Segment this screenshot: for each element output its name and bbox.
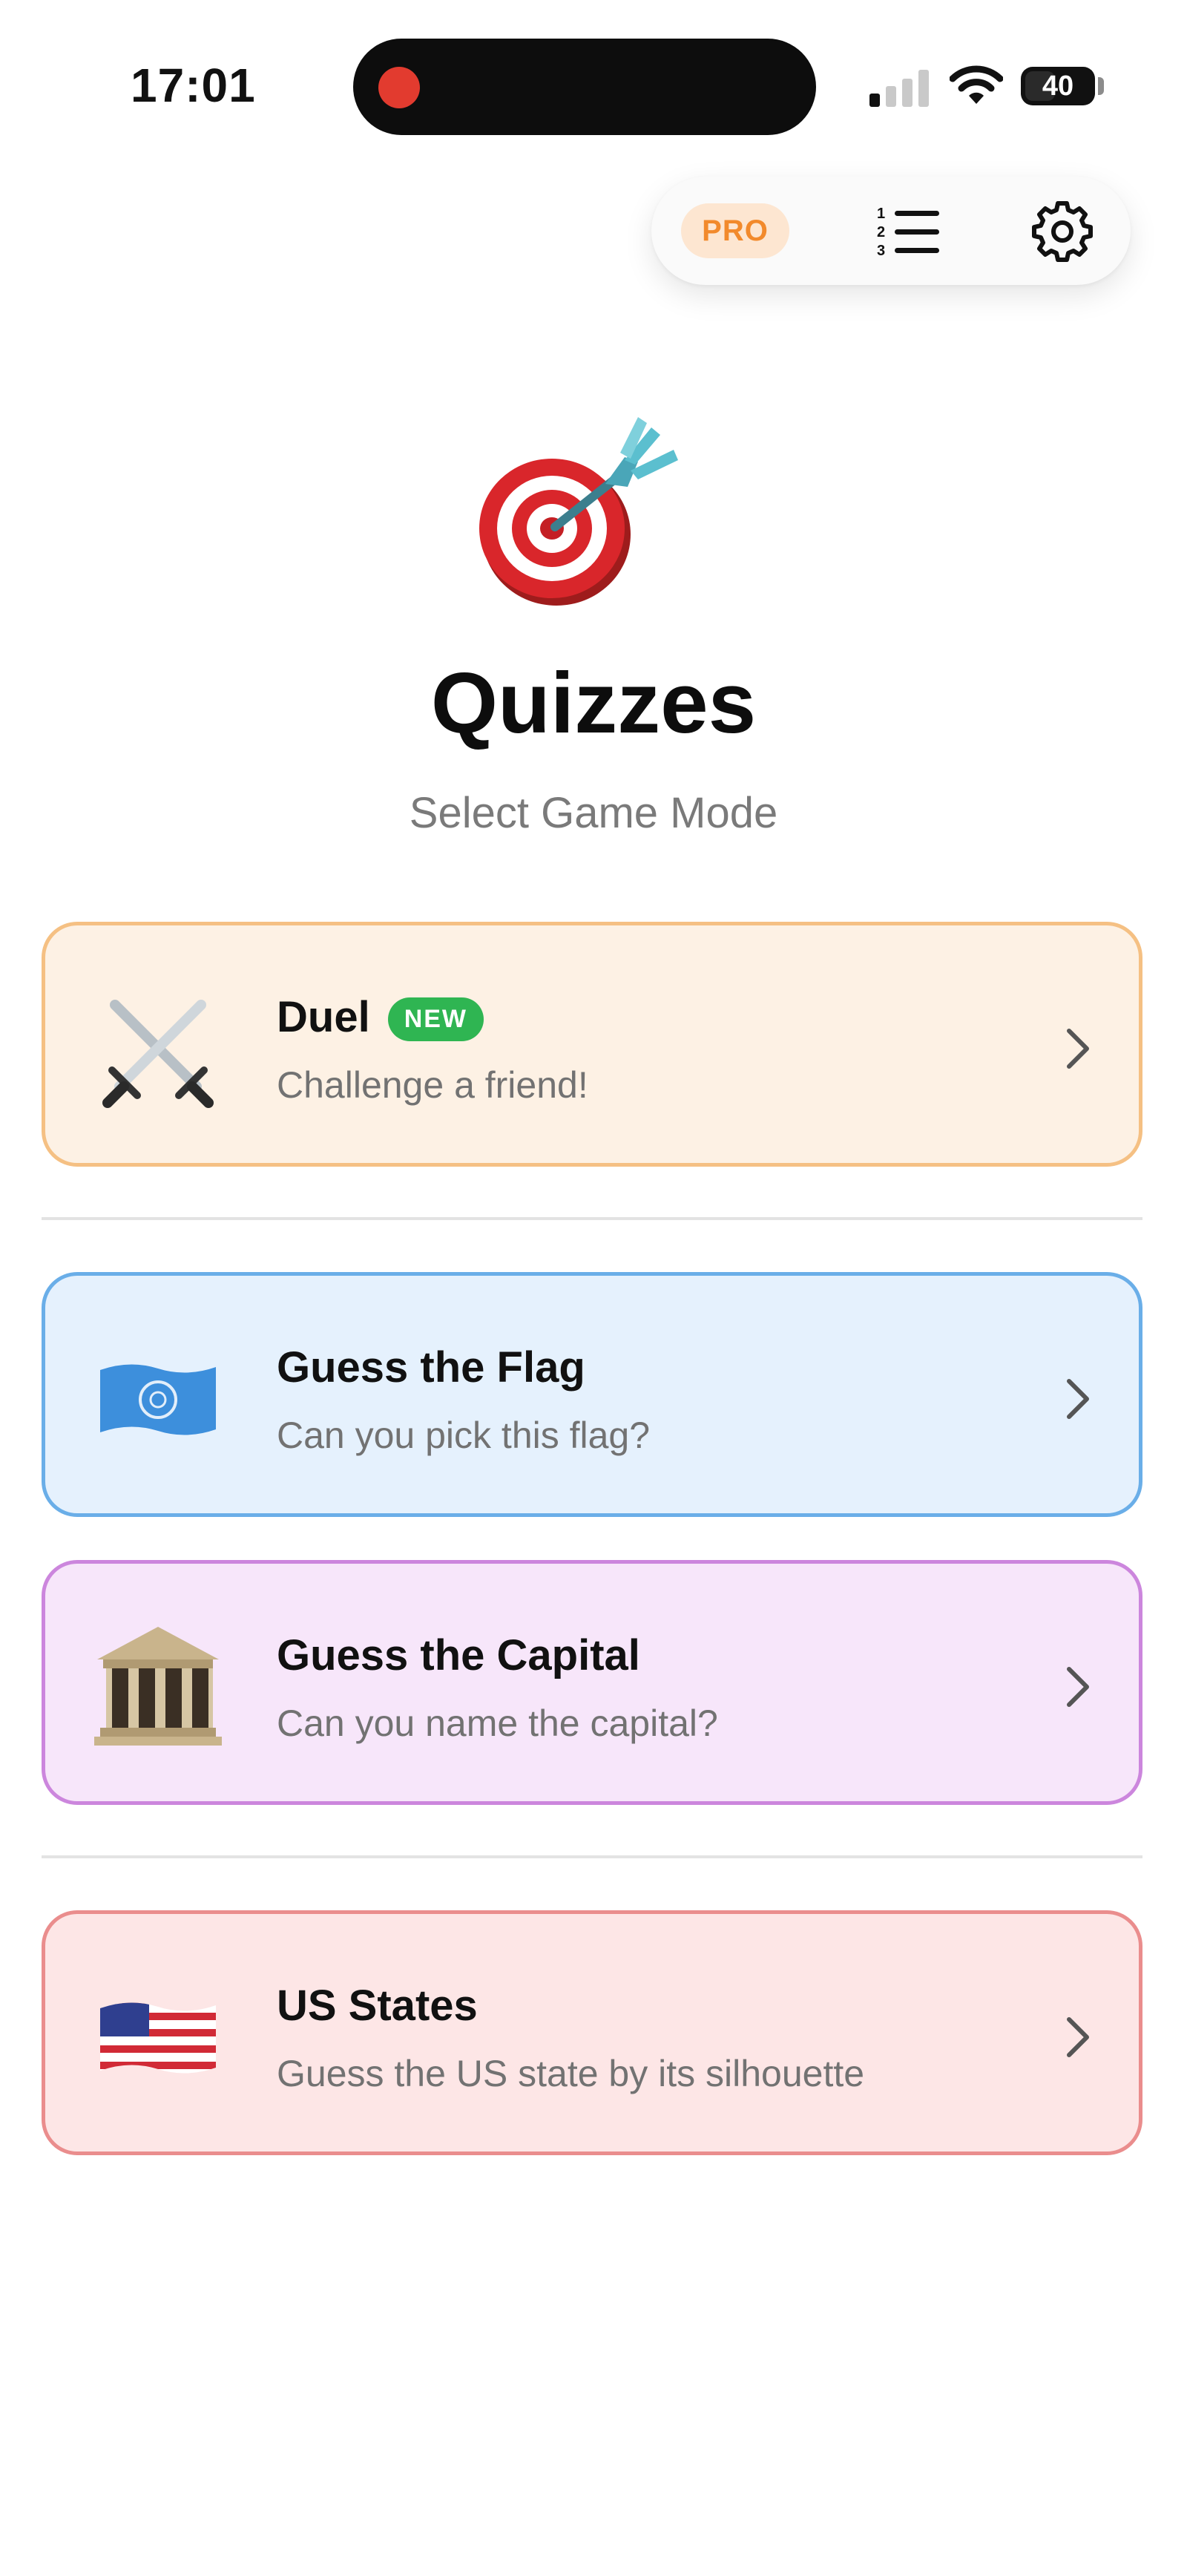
battery-icon: 40 <box>1021 67 1095 105</box>
page-title: Quizzes <box>430 655 757 751</box>
numbered-list-icon[interactable]: 1 2 3 <box>875 203 942 260</box>
wifi-icon <box>950 65 1003 104</box>
gear-icon[interactable] <box>1028 197 1096 266</box>
mode-description: Guess the US state by its silhouette <box>277 2053 865 2094</box>
mode-title: Guess the Capital <box>277 1631 640 1679</box>
mode-title: Guess the Flag <box>277 1343 585 1392</box>
new-badge: NEW <box>387 997 484 1041</box>
mode-description: Challenge a friend! <box>277 1064 588 1106</box>
status-time: 17:01 <box>131 59 256 112</box>
status-bar: 17:01 40 <box>0 0 1187 156</box>
mode-title: Duel <box>277 993 370 1041</box>
classical-building-icon <box>94 1627 222 1746</box>
svg-text:1: 1 <box>877 206 885 222</box>
mode-description: Can you name the capital? <box>277 1702 718 1744</box>
mode-card-guess-capital[interactable]: Guess the Capital Can you name the capit… <box>42 1560 1142 1805</box>
chevron-right-icon <box>1067 1379 1089 1419</box>
top-toolbar: PRO 1 2 3 <box>651 177 1131 285</box>
mode-description: Can you pick this flag? <box>277 1415 651 1456</box>
svg-text:2: 2 <box>877 224 885 240</box>
mode-card-us-states[interactable]: US States Guess the US state by its silh… <box>42 1910 1142 2155</box>
crossed-swords-icon <box>102 1000 214 1108</box>
us-flag-icon <box>100 2002 216 2074</box>
section-divider <box>42 1217 1142 1220</box>
un-flag-icon <box>100 1364 216 1435</box>
svg-text:3: 3 <box>877 243 885 259</box>
dynamic-island <box>353 39 816 135</box>
mode-title: US States <box>277 1982 478 2030</box>
mode-label: Duel NEW <box>277 992 484 1042</box>
chevron-right-icon <box>1067 1667 1089 1707</box>
mode-card-duel[interactable]: Duel NEW Challenge a friend! <box>42 922 1142 1167</box>
battery-level-text: 40 <box>1042 71 1074 102</box>
mode-card-guess-flag[interactable]: Guess the Flag Can you pick this flag? <box>42 1272 1142 1517</box>
chevron-right-icon <box>1067 2017 1089 2057</box>
pro-button[interactable]: PRO <box>681 203 789 258</box>
page-subtitle: Select Game Mode <box>409 789 778 837</box>
direct-hit-target-icon <box>479 417 678 606</box>
recording-indicator-icon <box>378 67 420 108</box>
cellular-signal-icon <box>869 68 929 107</box>
chevron-right-icon <box>1067 1029 1089 1069</box>
section-divider <box>42 1855 1142 1858</box>
